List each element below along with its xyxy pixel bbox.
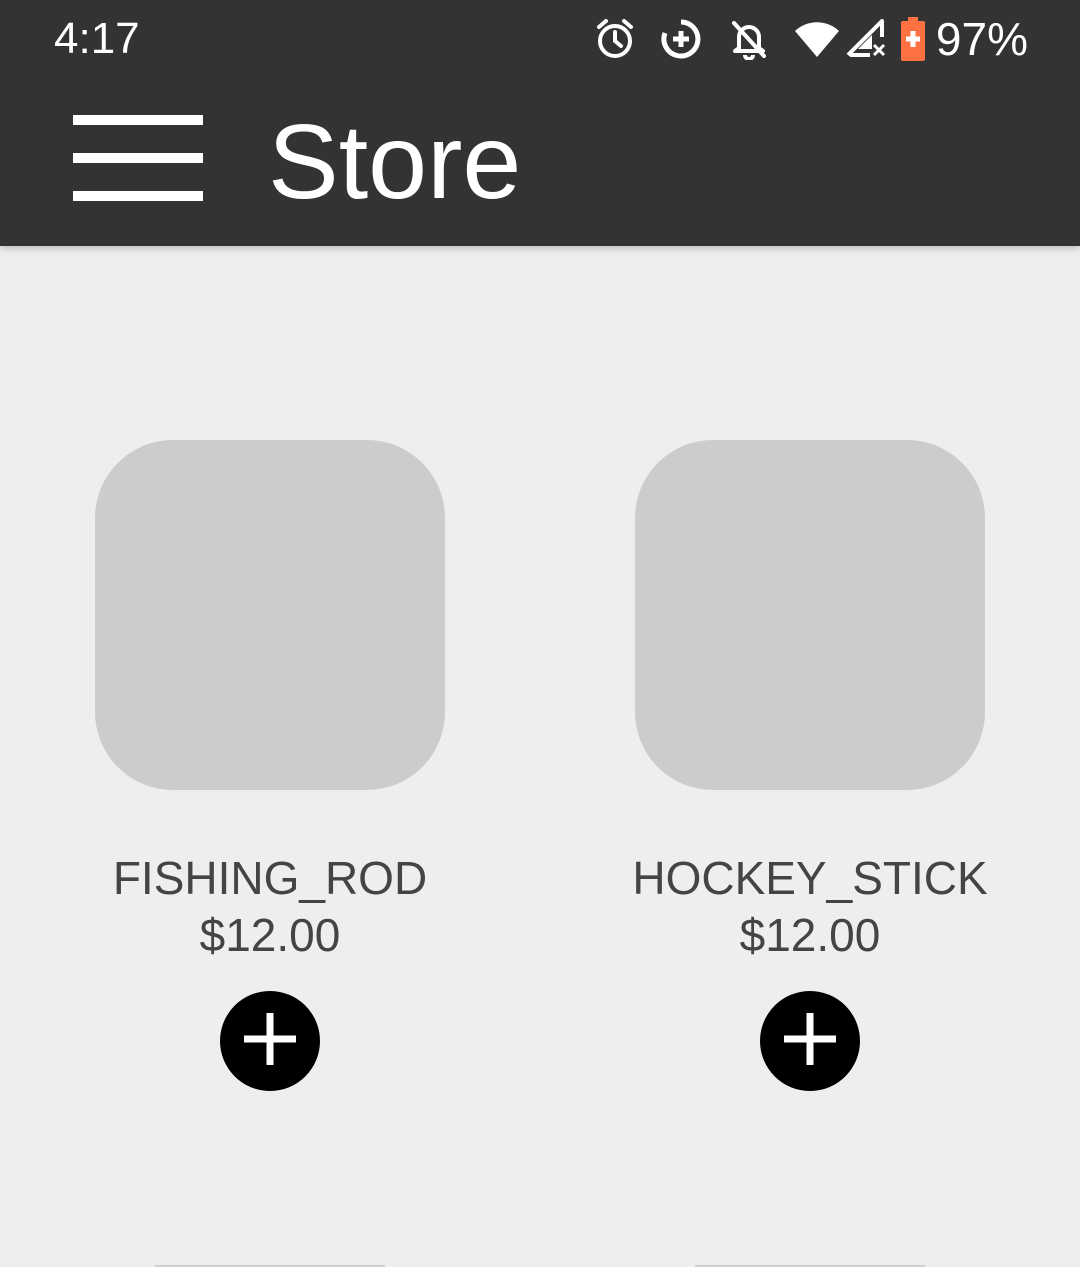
product-image[interactable] xyxy=(95,440,445,790)
add-to-cart-button[interactable] xyxy=(760,991,860,1091)
notifications-off-icon xyxy=(726,18,772,60)
wifi-icon xyxy=(794,19,840,59)
battery-charging-icon xyxy=(900,17,926,61)
add-icon xyxy=(780,1009,840,1074)
menu-button[interactable] xyxy=(60,108,216,216)
product-name: HOCKEY_STICK xyxy=(632,852,988,904)
add-to-cart-button[interactable] xyxy=(220,991,320,1091)
add-icon xyxy=(240,1009,300,1074)
status-time: 4:17 xyxy=(54,14,140,63)
app-bar: Store xyxy=(0,78,1080,246)
alarm-icon xyxy=(592,18,638,60)
cell-signal-icon xyxy=(846,19,886,59)
product-card: HOCKEY_STICK $12.00 xyxy=(632,440,988,1091)
product-name: FISHING_ROD xyxy=(112,852,428,904)
product-price: $12.00 xyxy=(739,909,881,961)
product-price: $12.00 xyxy=(199,909,341,961)
battery-percentage: 97% xyxy=(935,13,1028,65)
status-bar: 4:17 97% xyxy=(0,0,1080,78)
hamburger-menu-icon xyxy=(73,114,203,210)
data-saver-icon xyxy=(658,18,704,60)
page-title: Store xyxy=(268,103,522,221)
product-card: FISHING_ROD $12.00 xyxy=(95,440,445,1091)
product-image[interactable] xyxy=(635,440,985,790)
status-icons: 97% xyxy=(592,10,1028,68)
